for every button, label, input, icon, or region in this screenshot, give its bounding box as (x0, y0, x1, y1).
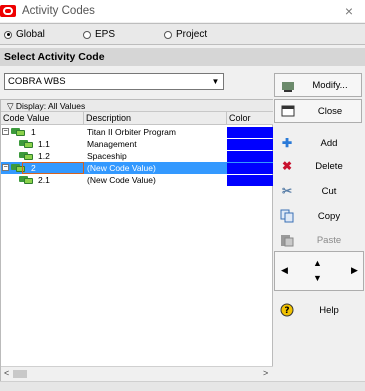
copy-icon (280, 209, 294, 223)
delete-x-icon: ✖ (281, 159, 293, 173)
move-up-button[interactable]: ▲ (313, 258, 322, 268)
radio-dot-icon (164, 30, 172, 39)
description-cell: (New Code Value) (87, 163, 156, 173)
paste-button[interactable]: Paste (274, 228, 362, 252)
code-value-cell: 1 (31, 127, 36, 137)
scroll-thumb[interactable] (13, 370, 27, 378)
chevron-down-icon[interactable]: ▼ (209, 75, 222, 88)
code-value-cell: 2 (31, 163, 36, 173)
move-navigation-pad: ◀ ▲ ▼ ▶ (274, 251, 364, 291)
table-row-selected[interactable]: − 2 (New Code Value) (1, 162, 273, 174)
copy-button[interactable]: Copy (274, 204, 362, 228)
status-bar (0, 381, 365, 391)
color-swatch[interactable] (227, 150, 273, 162)
app-logo-icon (0, 5, 16, 17)
color-swatch[interactable] (227, 126, 273, 138)
modify-button[interactable]: Modify... (274, 73, 362, 97)
collapse-icon[interactable]: − (2, 164, 9, 171)
radio-label: Global (16, 29, 45, 40)
code-value-cell: 2.1 (38, 175, 50, 185)
table-row[interactable]: 2.1 (New Code Value) (1, 174, 273, 186)
help-icon: ? (280, 303, 294, 317)
select-value: COBRA WBS (8, 76, 66, 87)
cut-button[interactable]: ✂ Cut (274, 179, 362, 203)
radio-global[interactable]: Global (4, 29, 45, 40)
collapse-icon[interactable]: − (2, 128, 9, 135)
table-row[interactable]: − 1 Titan II Orbiter Program (1, 126, 273, 138)
svg-text:?: ? (284, 306, 289, 316)
code-node-icon (11, 127, 25, 136)
select-activity-code-header: Select Activity Code (0, 48, 365, 66)
close-button[interactable]: Close (274, 99, 362, 123)
column-header-color[interactable]: Color (227, 112, 273, 125)
scroll-right-icon[interactable]: > (263, 368, 268, 378)
description-cell: Management (87, 139, 137, 149)
radio-dot-icon (83, 30, 91, 39)
table-row[interactable]: 1.2 Spaceship (1, 150, 273, 162)
radio-dot-icon (4, 30, 12, 39)
description-cell: (New Code Value) (87, 175, 156, 185)
code-node-icon (19, 151, 33, 160)
color-swatch[interactable] (227, 174, 273, 186)
close-dialog-icon (281, 105, 295, 119)
scroll-left-icon[interactable]: < (4, 368, 9, 378)
plus-icon: ✚ (281, 136, 293, 150)
code-value-cell: 1.2 (38, 151, 50, 161)
color-swatch[interactable] (227, 162, 273, 174)
move-left-button[interactable]: ◀ (281, 265, 288, 276)
code-node-icon (19, 175, 33, 184)
code-value-cell: 1.1 (38, 139, 50, 149)
move-right-button[interactable]: ▶ (351, 265, 358, 276)
window-close-button[interactable]: × (345, 3, 353, 19)
window-title: Activity Codes (22, 5, 95, 17)
radio-label: Project (176, 29, 208, 40)
delete-button[interactable]: ✖ Delete (274, 154, 362, 178)
code-values-grid: ▽ Display: All Values Code Value Descrip… (0, 99, 273, 381)
activity-code-select[interactable]: COBRA WBS ▼ (4, 73, 224, 90)
color-swatch[interactable] (227, 138, 273, 150)
scissors-icon: ✂ (281, 184, 293, 198)
description-cell: Spaceship (87, 151, 127, 161)
paste-icon (280, 233, 294, 247)
radio-label: EPS (95, 29, 116, 40)
radio-project[interactable]: Project (164, 29, 207, 40)
modify-icon (281, 79, 295, 93)
column-header-code[interactable]: Code Value (1, 112, 84, 125)
table-row[interactable]: 1.1 Management (1, 138, 273, 150)
move-down-button[interactable]: ▼ (313, 273, 322, 283)
description-cell: Titan II Orbiter Program (87, 127, 176, 137)
radio-eps[interactable]: EPS (83, 29, 115, 40)
scope-radio-group: Global EPS Project (0, 23, 365, 45)
horizontal-scrollbar[interactable]: < > (1, 366, 273, 381)
title-bar: Activity Codes × (0, 0, 365, 22)
code-node-icon (19, 139, 33, 148)
help-button[interactable]: ? Help (274, 298, 362, 322)
display-filter-bar[interactable]: ▽ Display: All Values (1, 100, 273, 112)
column-header-description[interactable]: Description (84, 112, 227, 125)
side-button-panel: Modify... Close ✚ Add ✖ Delete ✂ Cut Cop… (274, 73, 365, 381)
add-button[interactable]: ✚ Add (274, 131, 362, 155)
